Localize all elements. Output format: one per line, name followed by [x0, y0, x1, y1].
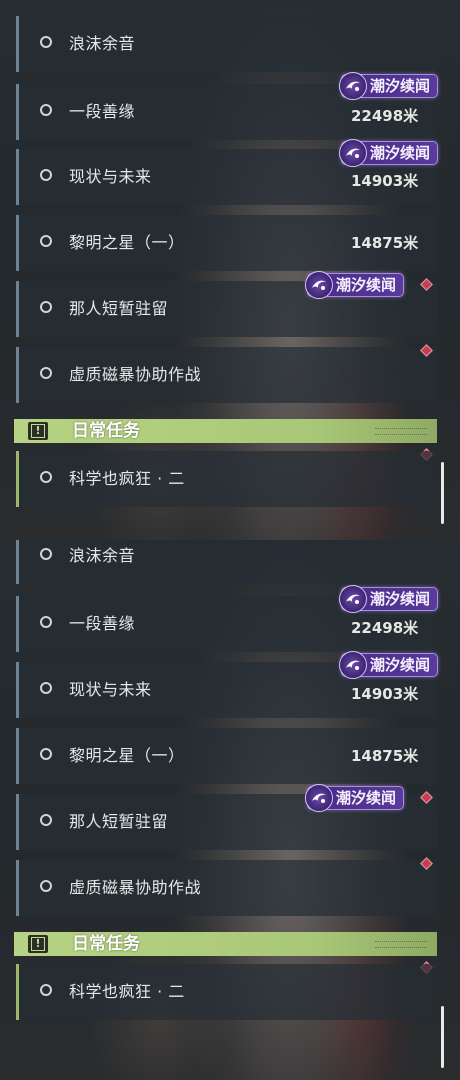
quest-tracker-panel: 浪沫余音 一段善缘 22498米 现状与未来 14903米 黎明之星（一） 14…	[0, 540, 460, 1080]
empty-circle-icon	[40, 814, 52, 826]
quest-tracker-panel: 浪沫余音 一段善缘 22498米 现状与未来 14903米 黎明之星（一） 14…	[0, 0, 460, 540]
tide-badge: 潮汐续闻	[339, 72, 438, 100]
tide-swirl-icon	[339, 72, 367, 100]
quest-name: 科学也疯狂 · 二	[69, 469, 185, 488]
tide-swirl-icon	[305, 784, 333, 812]
quest-name: 虚质磁暴协助作战	[69, 878, 202, 897]
empty-circle-icon	[40, 548, 52, 560]
empty-circle-icon	[40, 367, 52, 379]
tide-badge: 潮汐续闻	[305, 784, 404, 812]
scrollbar-thumb[interactable]	[441, 1006, 444, 1068]
empty-circle-icon	[40, 235, 52, 247]
quest-name: 一段善缘	[69, 102, 136, 121]
quest-name: 黎明之星（一）	[69, 746, 185, 765]
quest-name: 那人短暂驻留	[69, 812, 169, 831]
tide-badge-label: 潮汐续闻	[370, 77, 431, 95]
quest-name: 现状与未来	[69, 167, 152, 186]
header-decoration	[375, 428, 427, 435]
tide-badge: 潮汐续闻	[305, 271, 404, 299]
tide-badge: 潮汐续闻	[339, 139, 438, 167]
daily-section-header: ! 日常任务	[14, 932, 437, 956]
quest-row-langmo[interactable]: 浪沫余音	[16, 540, 437, 584]
tide-badge-label: 潮汐续闻	[336, 276, 397, 294]
empty-circle-icon	[40, 471, 52, 483]
tide-badge-label: 潮汐续闻	[370, 144, 431, 162]
quest-row-kexue[interactable]: 科学也疯狂 · 二	[16, 964, 437, 1020]
tide-swirl-icon	[305, 271, 333, 299]
tide-badge-label: 潮汐续闻	[370, 656, 431, 674]
empty-circle-icon	[40, 748, 52, 760]
quest-row-liming[interactable]: 黎明之星（一） 14875米	[16, 215, 437, 271]
daily-section-title: 日常任务	[72, 421, 140, 441]
tide-badge-label: 潮汐续闻	[336, 789, 397, 807]
quest-name: 浪沫余音	[69, 546, 136, 565]
scrollbar-thumb[interactable]	[441, 462, 444, 524]
quest-name: 那人短暂驻留	[69, 299, 169, 318]
daily-section-title: 日常任务	[72, 934, 140, 954]
tide-swirl-icon	[339, 139, 367, 167]
quest-name: 虚质磁暴协助作战	[69, 365, 202, 384]
quest-name: 黎明之星（一）	[69, 233, 185, 252]
quest-row-langmo[interactable]: 浪沫余音	[16, 16, 437, 72]
tide-badge-label: 潮汐续闻	[370, 590, 431, 608]
quest-row-liming[interactable]: 黎明之星（一） 14875米	[16, 728, 437, 784]
tide-badge: 潮汐续闻	[339, 585, 438, 613]
quest-row-kexue[interactable]: 科学也疯狂 · 二	[16, 451, 437, 507]
tide-swirl-icon	[339, 585, 367, 613]
empty-circle-icon	[40, 682, 52, 694]
quest-row-xuzhi[interactable]: 虚质磁暴协助作战	[16, 347, 437, 403]
alert-icon: !	[28, 422, 48, 440]
empty-circle-icon	[40, 984, 52, 996]
empty-circle-icon	[40, 301, 52, 313]
quest-distance: 14875米	[351, 234, 419, 252]
tide-swirl-icon	[339, 651, 367, 679]
empty-circle-icon	[40, 169, 52, 181]
empty-circle-icon	[40, 36, 52, 48]
tide-badge: 潮汐续闻	[339, 651, 438, 679]
quest-name: 现状与未来	[69, 680, 152, 699]
quest-name: 一段善缘	[69, 614, 136, 633]
quest-row-xuzhi[interactable]: 虚质磁暴协助作战	[16, 860, 437, 916]
daily-section-header: ! 日常任务	[14, 419, 437, 443]
empty-circle-icon	[40, 616, 52, 628]
header-decoration	[375, 941, 427, 948]
empty-circle-icon	[40, 104, 52, 116]
empty-circle-icon	[40, 880, 52, 892]
quest-distance: 14875米	[351, 747, 419, 765]
quest-name: 浪沫余音	[69, 34, 136, 53]
alert-icon: !	[28, 935, 48, 953]
quest-name: 科学也疯狂 · 二	[69, 982, 185, 1001]
